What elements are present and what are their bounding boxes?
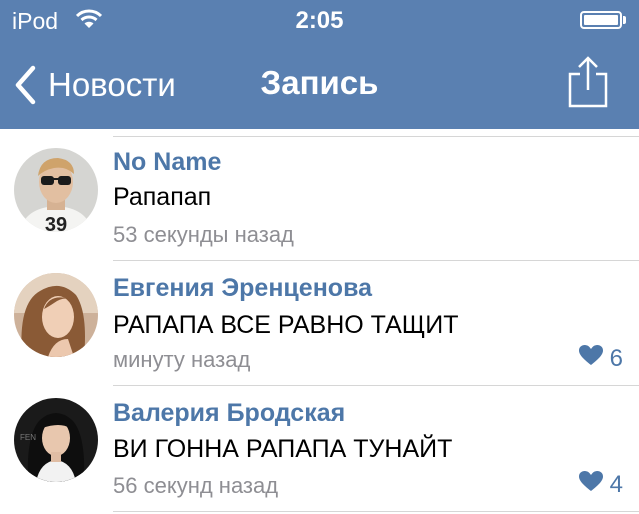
comment-time: минуту назад [113,347,251,372]
comment-author[interactable]: Валерия Бродская [113,399,345,428]
status-time: 2:05 [295,7,344,34]
navigation-bar: iPod 2:05 Новости Запись [0,0,639,129]
avatar[interactable] [14,273,98,357]
comment-item[interactable]: 39 No Name Рапапап 53 секунды назад [0,137,639,261]
avatar[interactable]: FEN [14,398,98,482]
heart-icon [578,344,610,373]
like-count: 4 [609,470,623,498]
comment-item[interactable]: Евгения Эренценова РАПАПА ВСЕ РАВНО ТАЩИ… [0,261,639,385]
heart-icon [578,470,610,499]
share-icon[interactable] [566,54,610,115]
comment-author[interactable]: Евгения Эренценова [113,274,372,303]
comment-item[interactable]: FEN Валерия Бродская ВИ ГОННА РАПАПА ТУН… [0,386,639,510]
comment-text: РАПАПА ВСЕ РАВНО ТАЩИТ [113,311,459,339]
svg-text:FEN: FEN [20,433,36,442]
like-count: 6 [609,344,623,372]
like-button[interactable]: 6 [578,344,623,373]
page-title: Запись [260,64,379,101]
comment-author[interactable]: No Name [113,148,221,177]
comment-text: ВИ ГОННА РАПАПА ТУНАЙТ [113,435,453,463]
divider [113,511,639,512]
comment-time: 53 секунды назад [113,222,294,247]
avatar[interactable]: 39 [14,148,98,232]
battery-tip [623,16,626,24]
comment-text: Рапапап [113,183,212,211]
status-bar: iPod 2:05 [0,0,639,40]
battery-icon [580,11,622,29]
like-button[interactable]: 4 [578,470,623,499]
comment-time: 56 секунд назад [113,473,279,498]
svg-text:39: 39 [45,214,67,232]
